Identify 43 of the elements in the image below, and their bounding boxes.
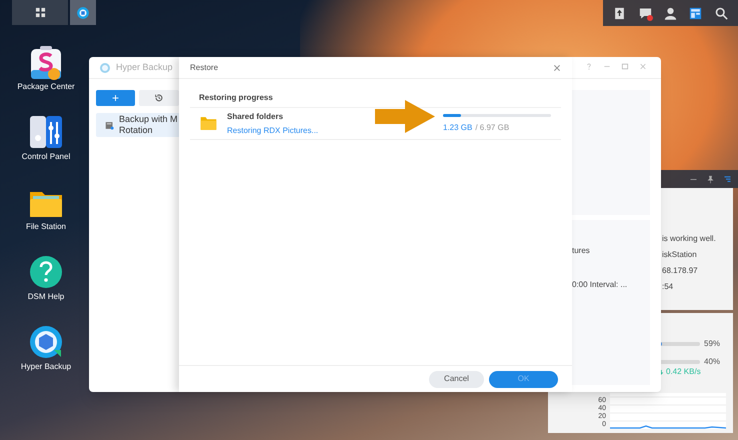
list-icon[interactable]	[723, 174, 732, 184]
shopping-bag-icon	[28, 44, 64, 80]
usage-percent: 59%	[704, 338, 720, 350]
add-button[interactable]: +	[96, 90, 135, 106]
transferred-size: 1.23 GB	[443, 122, 472, 134]
user-icon	[662, 6, 678, 20]
close-icon[interactable]	[553, 64, 561, 72]
drive-icon	[105, 120, 114, 130]
widgets-icon	[688, 6, 704, 20]
status-text: 68.178.97	[662, 266, 699, 275]
network-speed: 0.42 KB/s	[666, 366, 701, 378]
dialog-title: Restore	[190, 62, 218, 74]
desktop-shortcut[interactable]: DSM Help	[4, 254, 88, 314]
history-button[interactable]	[139, 90, 179, 106]
desktop-shortcut[interactable]: Hyper Backup	[4, 324, 88, 384]
control-panel-icon	[28, 114, 64, 150]
help-icon	[28, 254, 64, 290]
cancel-button[interactable]: Cancel	[429, 370, 484, 388]
grid-icon	[34, 7, 46, 18]
desktop-shortcut[interactable]: Package Center	[4, 44, 88, 104]
detail-text: 0:00 Interval: ...	[572, 279, 628, 291]
backup-app-icon	[76, 6, 90, 20]
status-text: :54	[662, 282, 674, 291]
detail-text: tures	[572, 245, 591, 257]
total-size: / 6.97 GB	[475, 122, 510, 134]
main-menu-button[interactable]	[12, 0, 68, 25]
status-text: Restoring RDX Pictures...	[227, 124, 320, 136]
status-text: is working well.	[662, 234, 717, 243]
arrow-annotation	[375, 100, 435, 133]
pin-icon[interactable]	[706, 174, 715, 184]
window-title: Hyper Backup	[116, 60, 173, 74]
desktop-shortcut[interactable]: Control Panel	[4, 114, 88, 174]
item-name: Shared folders	[227, 110, 284, 122]
desktop-shortcut[interactable]: File Station	[4, 184, 88, 244]
history-icon	[154, 93, 164, 103]
backup-app-icon	[99, 62, 111, 74]
usage-percent: 40%	[704, 356, 720, 368]
chat-icon	[638, 6, 653, 20]
taskbar-app-button[interactable]	[70, 0, 96, 25]
status-text: iskStation	[662, 250, 698, 259]
folder-icon	[199, 115, 218, 132]
search-icon	[714, 6, 729, 20]
backup-app-icon	[28, 324, 64, 360]
